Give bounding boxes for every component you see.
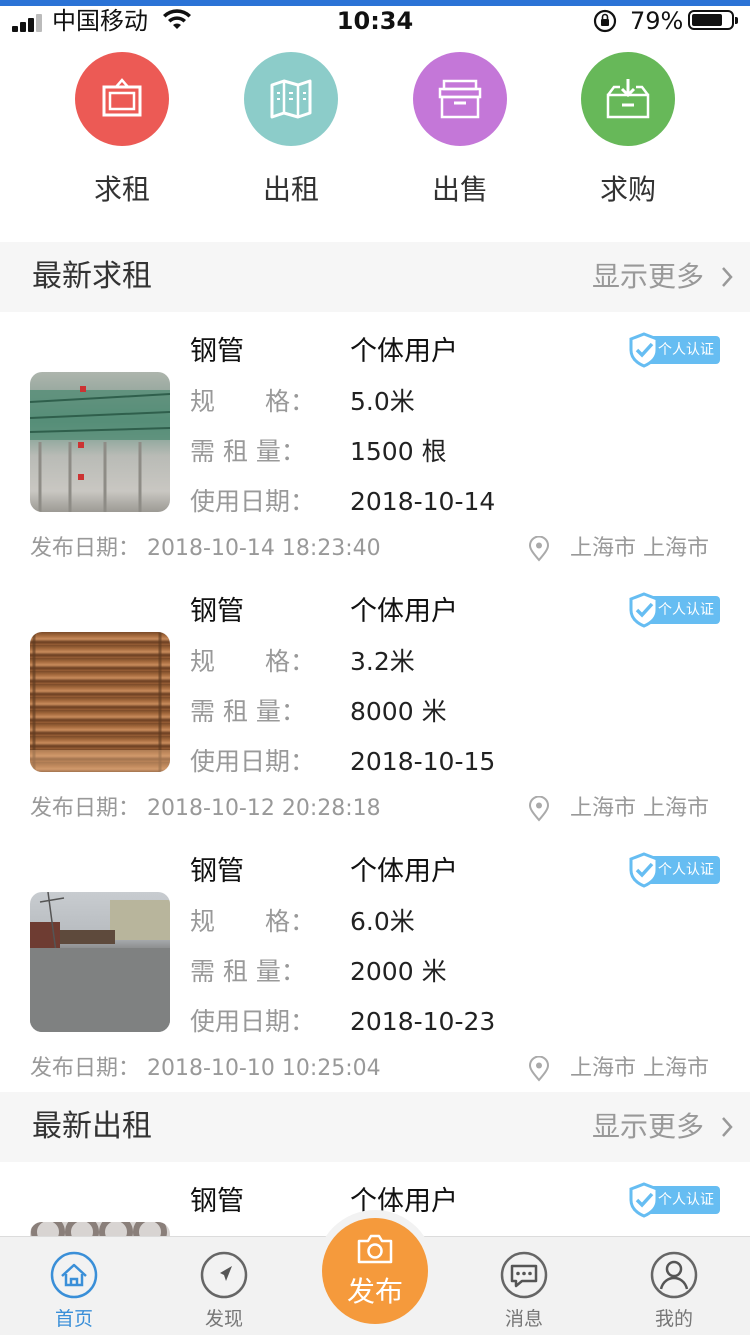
- compass-icon: [200, 1251, 248, 1299]
- location: 上海市 上海市: [570, 796, 709, 821]
- listing-photo: [30, 372, 170, 512]
- publish-date-value: 2018-10-12 20:28:18: [147, 796, 381, 821]
- publish-date-value: 2018-10-14 18:23:40: [147, 536, 381, 561]
- battery-percent: 79%: [630, 7, 684, 35]
- listing-photo: [30, 1222, 170, 1236]
- publish-button[interactable]: 发布: [322, 1218, 428, 1324]
- publish-date-label: 发布日期：: [30, 796, 141, 821]
- category-qiuzu[interactable]: 求租: [42, 52, 202, 208]
- spec-label: 规 格：: [190, 647, 316, 676]
- badge-text: 个人认证: [658, 342, 714, 358]
- publish-label: 发布: [346, 1275, 403, 1308]
- location: 上海市 上海市: [570, 1056, 709, 1081]
- tab-home[interactable]: 首页: [24, 1251, 124, 1333]
- personal-verified-badge: 个人认证: [628, 852, 720, 888]
- category-label: 出售: [431, 173, 488, 206]
- category-qiugou[interactable]: 求购: [548, 52, 708, 208]
- quantity-label: 需 租 量：: [190, 957, 306, 986]
- listing-card[interactable]: 钢管 个体用户 个人认证 规 格： 5.0米 需 租 量： 1500 根 使用日…: [0, 312, 750, 573]
- category-label: 出租: [262, 173, 319, 206]
- box-icon: [413, 52, 507, 146]
- tab-label: 我的: [654, 1308, 693, 1330]
- home-icon: [50, 1251, 98, 1299]
- listing-title: 钢管: [190, 336, 244, 367]
- tab-label: 发现: [204, 1308, 243, 1330]
- publish-date: 发布日期： 2018-10-10 10:25:04: [30, 1052, 381, 1086]
- spec-value: 5.0米: [350, 387, 415, 416]
- publish-date: 发布日期： 2018-10-12 20:28:18: [30, 792, 381, 826]
- show-more-link[interactable]: 显示更多: [592, 242, 704, 312]
- listing-photo: [30, 632, 170, 772]
- tab-discover[interactable]: 发现: [174, 1251, 274, 1333]
- spec-value: 6.0米: [350, 907, 415, 936]
- location-pin-icon: [528, 536, 550, 562]
- listing-title: 钢管: [190, 596, 244, 627]
- publish-date-value: 2018-10-10 10:25:04: [147, 1056, 381, 1081]
- section-header-latest-rentals: 最新出租 显示更多: [0, 1092, 750, 1162]
- tab-label: 首页: [54, 1308, 93, 1330]
- spec-label: 规 格：: [190, 387, 316, 416]
- badge-text: 个人认证: [658, 602, 714, 618]
- camera-icon: [357, 1234, 393, 1264]
- listing-card[interactable]: 钢管 个体用户 个人认证 规 格： 3.2米 需 租 量： 8000 米 使用日…: [0, 572, 750, 833]
- listing-card[interactable]: 钢管 个体用户 个人认证 规 格： 6.0米 需 租 量： 2000 米 使用日…: [0, 832, 750, 1093]
- user-icon: [650, 1251, 698, 1299]
- show-more-link[interactable]: 显示更多: [592, 1092, 704, 1162]
- use-date-label: 使用日期：: [190, 747, 316, 776]
- section-title: 最新出租: [32, 1109, 152, 1144]
- tab-messages[interactable]: 消息: [474, 1251, 574, 1333]
- personal-verified-badge: 个人认证: [628, 1182, 720, 1218]
- frame-icon: [75, 52, 169, 146]
- listing-title: 钢管: [190, 1186, 244, 1217]
- use-date-value: 2018-10-14: [350, 487, 496, 516]
- chat-bubble-icon: [500, 1251, 548, 1299]
- badge-text: 个人认证: [658, 862, 714, 878]
- quantity-label: 需 租 量：: [190, 437, 306, 466]
- listing-photo: [30, 892, 170, 1032]
- quantity-label: 需 租 量：: [190, 697, 306, 726]
- download-box-icon: [581, 52, 675, 146]
- location-pin-icon: [528, 1056, 550, 1082]
- use-date-label: 使用日期：: [190, 1007, 316, 1036]
- category-label: 求租: [93, 173, 150, 206]
- publish-date-label: 发布日期：: [30, 1056, 141, 1081]
- personal-verified-badge: 个人认证: [628, 332, 720, 368]
- status-bar: 中国移动 10:34 79%: [0, 0, 750, 42]
- chevron-right-icon[interactable]: [720, 1116, 734, 1138]
- shield-check-icon: [629, 332, 659, 368]
- section-title: 最新求租: [32, 259, 152, 294]
- battery-icon: [688, 10, 738, 30]
- personal-verified-badge: 个人认证: [628, 592, 720, 628]
- chevron-right-icon[interactable]: [720, 266, 734, 288]
- use-date-value: 2018-10-15: [350, 747, 496, 776]
- section-header-latest-rent-requests: 最新求租 显示更多: [0, 242, 750, 312]
- use-date-value: 2018-10-23: [350, 1007, 496, 1036]
- shield-check-icon: [629, 1182, 659, 1218]
- publish-date: 发布日期： 2018-10-14 18:23:40: [30, 532, 381, 566]
- publish-date-label: 发布日期：: [30, 536, 141, 561]
- listing-title: 钢管: [190, 856, 244, 887]
- category-chushou[interactable]: 出售: [380, 52, 540, 208]
- shield-check-icon: [629, 592, 659, 628]
- tab-mine[interactable]: 我的: [624, 1251, 724, 1333]
- user-type: 个体用户: [350, 856, 458, 887]
- category-label: 求购: [599, 173, 656, 206]
- rotation-lock-icon: [593, 9, 617, 33]
- shield-check-icon: [629, 852, 659, 888]
- tab-label: 消息: [504, 1308, 543, 1330]
- user-type: 个体用户: [350, 596, 458, 627]
- location-pin-icon: [528, 796, 550, 822]
- quantity-value: 8000 米: [350, 697, 447, 726]
- use-date-label: 使用日期：: [190, 487, 316, 516]
- spec-value: 3.2米: [350, 647, 415, 676]
- quantity-value: 1500 根: [350, 437, 447, 466]
- user-type: 个体用户: [350, 336, 458, 367]
- map-icon: [244, 52, 338, 146]
- location: 上海市 上海市: [570, 536, 709, 561]
- spec-label: 规 格：: [190, 907, 316, 936]
- badge-text: 个人认证: [658, 1192, 714, 1208]
- quantity-value: 2000 米: [350, 957, 447, 986]
- category-chuzu[interactable]: 出租: [211, 52, 371, 208]
